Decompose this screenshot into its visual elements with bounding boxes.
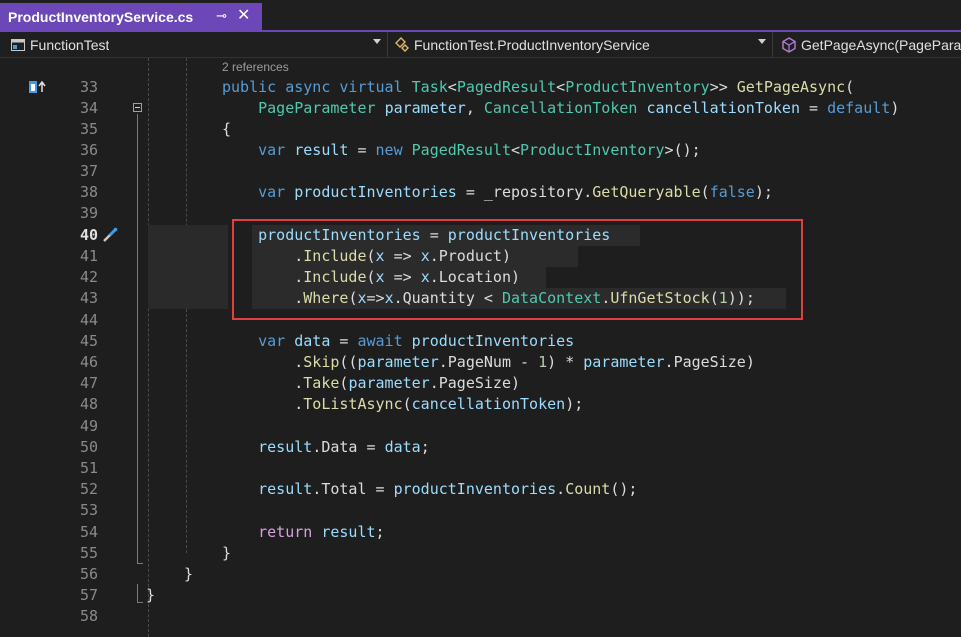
line-number: 36 <box>79 141 98 159</box>
line-number: 51 <box>79 459 98 477</box>
code-line[interactable]: .ToListAsync(cancellationToken); <box>222 394 583 415</box>
line-number: 58 <box>79 607 98 625</box>
project-icon <box>10 37 26 53</box>
line-number: 46 <box>79 353 98 371</box>
code-line[interactable]: .Skip((parameter.PageNum - 1) * paramete… <box>222 352 755 373</box>
member-dropdown[interactable]: GetPageAsync(PageParam <box>775 32 961 57</box>
tab-product-inventory-service[interactable]: ProductInventoryService.cs ⊸ ✕ <box>0 3 262 30</box>
code-editor[interactable]: 2 references 33 34 35 36 37 38 39 40 41 … <box>0 58 961 637</box>
line-number: 54 <box>79 523 98 541</box>
tab-title: ProductInventoryService.cs <box>8 8 194 25</box>
line-number: 35 <box>79 120 98 138</box>
line-number: 41 <box>79 247 98 265</box>
code-line[interactable]: } <box>146 585 155 606</box>
line-number: 56 <box>79 565 98 583</box>
line-number-current: 40 <box>79 226 98 244</box>
line-number: 33 <box>79 78 98 96</box>
code-line[interactable]: return result; <box>222 522 384 543</box>
class-name: FunctionTest.ProductInventoryService <box>414 36 650 53</box>
code-line[interactable]: result.Total = productInventories.Count(… <box>222 479 637 500</box>
line-number: 42 <box>79 268 98 286</box>
line-number: 34 <box>79 99 98 117</box>
class-icon <box>394 36 410 53</box>
code-line[interactable]: .Take(parameter.PageSize) <box>222 373 520 394</box>
line-number: 50 <box>79 438 98 456</box>
line-number: 53 <box>79 501 98 519</box>
member-name: GetPageAsync(PageParam <box>801 36 961 53</box>
code-line[interactable]: { <box>222 119 231 140</box>
code-line[interactable]: var data = await productInventories <box>222 331 574 352</box>
highlight-box <box>232 219 803 320</box>
line-number: 49 <box>79 417 98 435</box>
code-line[interactable]: public async virtual Task<PagedResult<Pr… <box>222 77 854 98</box>
chevron-down-icon <box>373 39 381 44</box>
line-number: 37 <box>79 162 98 180</box>
line-number: 39 <box>79 204 98 222</box>
code-line[interactable]: } <box>222 543 231 564</box>
line-number: 55 <box>79 544 98 562</box>
line-number: 47 <box>79 374 98 392</box>
method-icon <box>781 36 797 53</box>
navigation-bar: FunctionTest FunctionTest.ProductInvento… <box>0 32 961 58</box>
line-number: 52 <box>79 480 98 498</box>
references-codelens[interactable]: 2 references <box>222 58 289 76</box>
line-number: 57 <box>79 586 98 604</box>
line-number: 43 <box>79 289 98 307</box>
chevron-down-icon <box>758 39 766 44</box>
code-line[interactable]: var productInventories = _repository.Get… <box>222 182 773 203</box>
line-number: 45 <box>79 332 98 350</box>
line-number: 48 <box>79 395 98 413</box>
close-icon[interactable]: ✕ <box>237 5 250 25</box>
line-number: 44 <box>79 311 98 329</box>
code-line[interactable]: result.Data = data; <box>222 437 430 458</box>
line-number: 38 <box>79 183 98 201</box>
code-line[interactable]: PageParameter parameter, CancellationTok… <box>222 98 899 119</box>
class-dropdown[interactable]: FunctionTest.ProductInventoryService <box>390 32 773 57</box>
project-dropdown[interactable]: FunctionTest <box>0 32 388 57</box>
code-line[interactable]: var result = new PagedResult<ProductInve… <box>222 140 701 161</box>
pin-icon[interactable]: ⊸ <box>216 8 227 24</box>
code-line[interactable]: } <box>184 564 193 585</box>
document-tab-bar: ProductInventoryService.cs ⊸ ✕ <box>0 0 961 32</box>
project-name: FunctionTest <box>30 36 110 53</box>
